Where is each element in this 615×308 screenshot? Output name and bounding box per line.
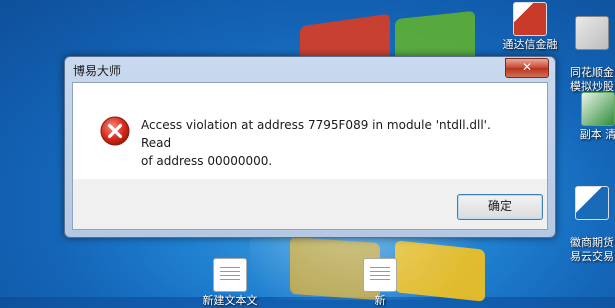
desktop-icon-label: 副本 清 (579, 128, 615, 141)
tonghuashun-icon (575, 16, 609, 50)
text-file-icon (363, 258, 397, 292)
tongdaxin-icon (513, 2, 547, 36)
excel-icon (581, 92, 615, 126)
error-icon (100, 116, 130, 146)
close-button[interactable]: ✕ (505, 58, 549, 78)
desktop-icon-new[interactable]: 新 (344, 258, 416, 308)
dialog-title: 博易大师 (73, 64, 122, 78)
ok-button[interactable]: 确定 (457, 194, 543, 220)
text-file-icon (213, 258, 247, 292)
desktop-icon-label: 同花顺金 模拟炒股 (570, 66, 614, 93)
desktop-icon-copy[interactable]: 副本 清 (568, 92, 615, 142)
desktop-icon-label: 新建文本文 (202, 294, 258, 307)
huishang-icon (575, 186, 609, 220)
error-message: Access violation at address 7795F089 in … (141, 116, 521, 170)
error-message-line-2: of address 00000000. (141, 154, 273, 168)
desktop-icon-label: 徽商期货 易云交易 (570, 236, 614, 263)
error-message-line-1: Access violation at address 7795F089 in … (141, 118, 491, 150)
desktop-icon-huishang[interactable]: 徽商期货 易云交易 (562, 172, 615, 278)
desktop-icon-label: 通达信金融 (502, 38, 558, 51)
desktop-icon-new-text[interactable]: 新建文本文 (194, 258, 266, 308)
desktop-icon-label: 新 (374, 294, 386, 307)
message-area: Access violation at address 7795F089 in … (73, 83, 547, 179)
dialog-client: Access violation at address 7795F089 in … (72, 82, 548, 230)
dialog-titlebar[interactable]: 博易大师 ✕ (65, 57, 555, 82)
desktop-icon-tongdaxin[interactable]: 通达信金融 (494, 2, 566, 52)
error-dialog: 博易大师 ✕ Access violation at address 7795F… (64, 56, 556, 238)
